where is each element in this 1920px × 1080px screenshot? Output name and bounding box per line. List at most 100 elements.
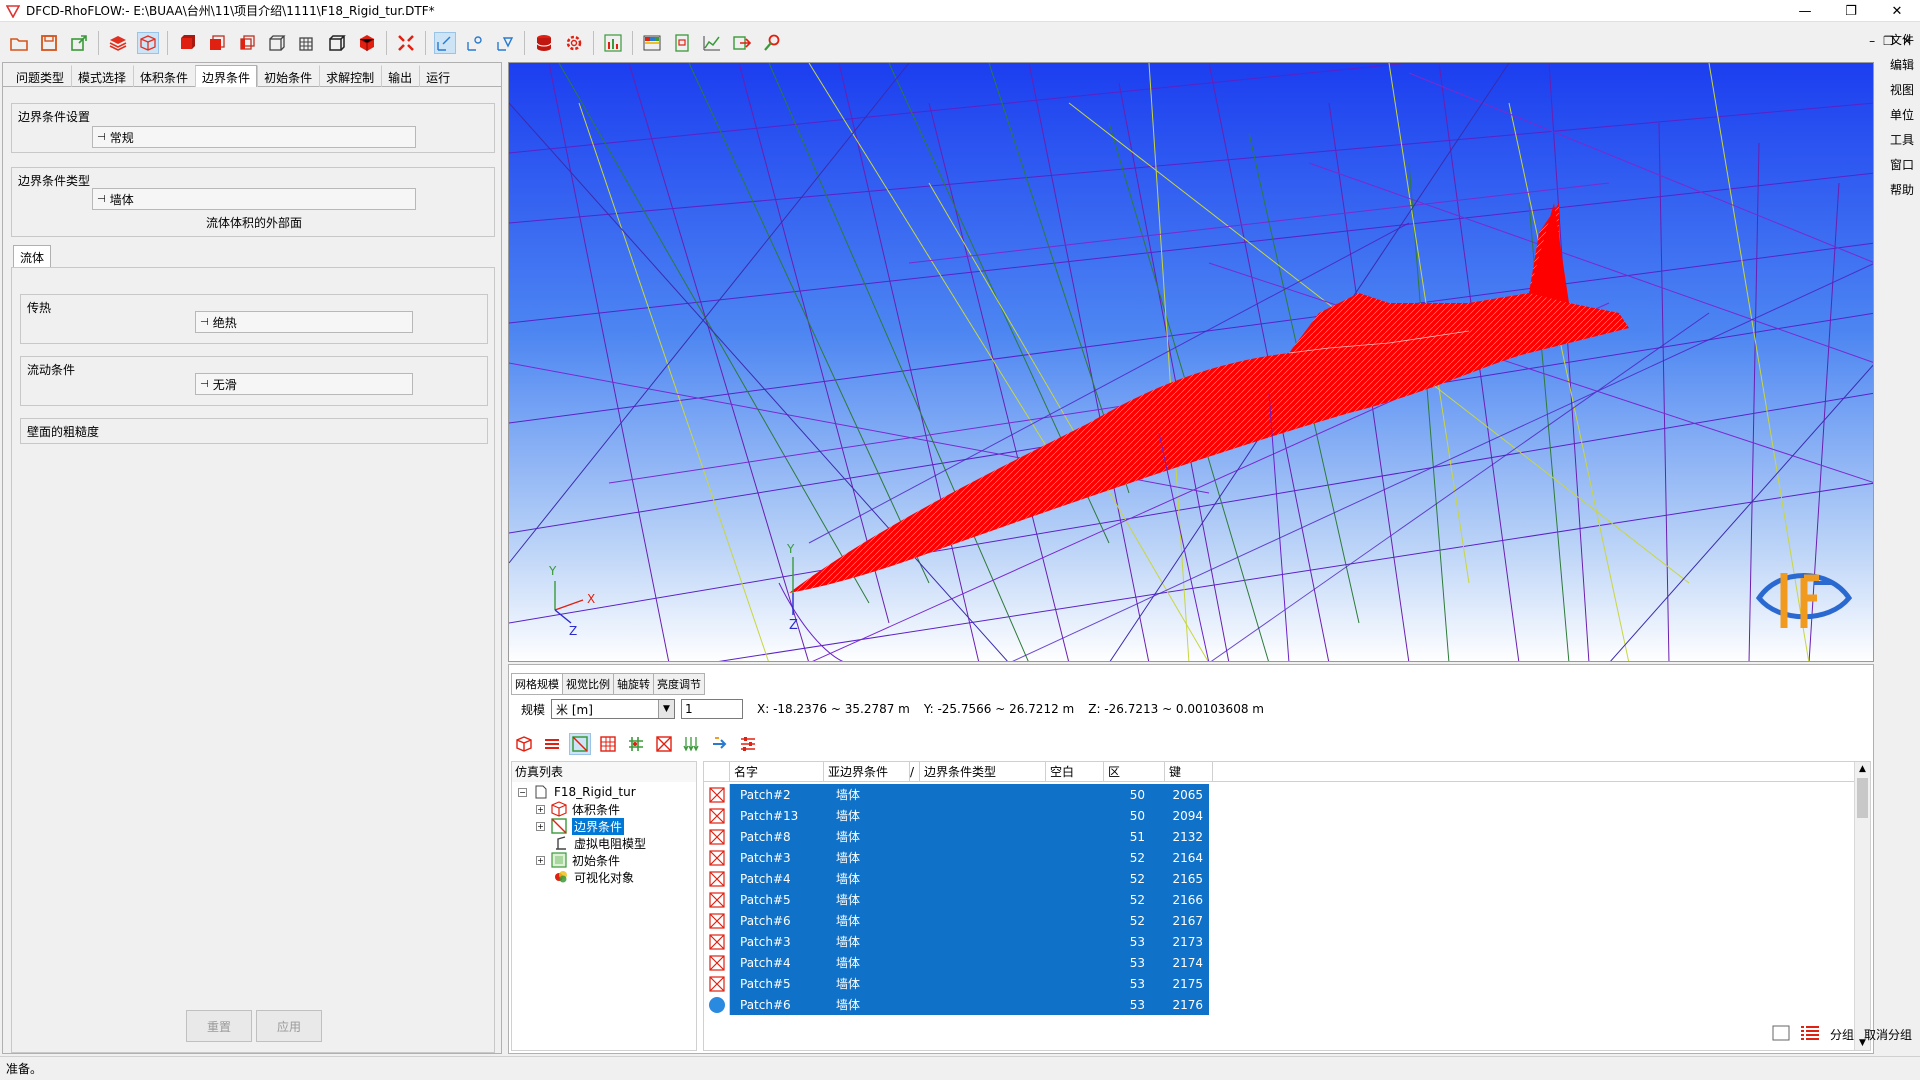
ungroup-button[interactable]: 取消分组 bbox=[1864, 1026, 1912, 1043]
tab-brightness[interactable]: 亮度调节 bbox=[653, 673, 705, 695]
save-icon[interactable] bbox=[38, 32, 60, 54]
bc-settings-select[interactable]: ⊣ 常规 bbox=[92, 126, 416, 148]
arrows-down-icon[interactable] bbox=[681, 733, 703, 755]
database-icon[interactable] bbox=[533, 32, 555, 54]
scroll-up-icon[interactable]: ▲ bbox=[1855, 762, 1870, 776]
tab-visual-scale[interactable]: 视觉比例 bbox=[562, 673, 614, 695]
group-button[interactable]: 分组 bbox=[1830, 1026, 1854, 1043]
col-name[interactable]: 名字 bbox=[730, 762, 824, 782]
table-scrollbar[interactable]: ▲ ▼ bbox=[1854, 762, 1870, 1050]
tree-item-visual[interactable]: 可视化对象 bbox=[552, 867, 634, 887]
table-row[interactable]: Patch#8 墙体 51 2132 bbox=[704, 826, 1209, 847]
box-solid-icon[interactable] bbox=[176, 32, 198, 54]
menu-file[interactable]: 文件 bbox=[1890, 28, 1914, 53]
box-edge-icon[interactable] bbox=[296, 32, 318, 54]
menu-edit[interactable]: 编辑 bbox=[1890, 53, 1914, 78]
flow-arrow-icon[interactable] bbox=[709, 733, 731, 755]
tab-initial-conditions[interactable]: 初始条件 bbox=[257, 65, 319, 87]
table-row[interactable]: Patch#6 墙体 53 2176 bbox=[704, 994, 1209, 1015]
tab-problem-type[interactable]: 问题类型 bbox=[9, 65, 71, 87]
row-cells: Patch#5 墙体 53 2175 bbox=[730, 973, 1209, 994]
settings-gear-icon[interactable] bbox=[563, 32, 585, 54]
menu-window[interactable]: 窗口 bbox=[1890, 153, 1914, 178]
viewport-canvas[interactable]: Y X Z Y Z bbox=[509, 63, 1874, 662]
collapse-icon[interactable]: − bbox=[518, 787, 527, 797]
grid-red-icon[interactable] bbox=[597, 733, 619, 755]
unit-select[interactable]: 米 [m] ▼ bbox=[551, 699, 676, 719]
reset-button[interactable]: 重置 bbox=[186, 1010, 252, 1042]
box-multi-icon[interactable] bbox=[206, 32, 228, 54]
bc-type-select[interactable]: ⊣ 墙体 bbox=[92, 188, 416, 210]
apply-button[interactable]: 应用 bbox=[256, 1010, 322, 1042]
hash-grid-icon[interactable] bbox=[625, 733, 647, 755]
menu-help[interactable]: 帮助 bbox=[1890, 178, 1914, 203]
col-zone[interactable]: 区 bbox=[1104, 762, 1165, 782]
tab-solver-control[interactable]: 求解控制 bbox=[319, 65, 381, 87]
view-iso-icon[interactable] bbox=[434, 32, 456, 54]
box-outline-icon[interactable] bbox=[326, 32, 348, 54]
line-chart-icon[interactable] bbox=[701, 32, 723, 54]
heat-select[interactable]: ⊣ 绝热 bbox=[195, 311, 413, 333]
cross-box-icon[interactable] bbox=[653, 733, 675, 755]
table-row[interactable]: Patch#2 墙体 50 2065 bbox=[704, 784, 1209, 805]
table-row[interactable]: Patch#3 墙体 53 2173 bbox=[704, 931, 1209, 952]
mdi-minimize-button[interactable]: – bbox=[1869, 34, 1875, 48]
expand-icon[interactable]: + bbox=[536, 821, 545, 831]
menu-units[interactable]: 单位 bbox=[1890, 103, 1914, 128]
scale-factor-input[interactable]: 1 bbox=[681, 699, 744, 719]
tab-volume-conditions[interactable]: 体积条件 bbox=[133, 65, 195, 87]
col-key[interactable]: 键 bbox=[1165, 762, 1213, 782]
scroll-thumb[interactable] bbox=[1857, 778, 1868, 818]
list-view-icon[interactable] bbox=[1800, 1025, 1820, 1044]
tab-axis-rotation[interactable]: 轴旋转 bbox=[613, 673, 654, 695]
export-arrow-icon[interactable] bbox=[731, 32, 753, 54]
open-folder-icon[interactable] bbox=[8, 32, 30, 54]
cube-wire-icon[interactable] bbox=[137, 32, 159, 54]
3d-viewport[interactable]: Y X Z Y Z bbox=[508, 62, 1874, 662]
row-cells: Patch#13 墙体 50 2094 bbox=[730, 805, 1209, 826]
col-blank[interactable]: 空白 bbox=[1046, 762, 1104, 782]
boundary-face-icon[interactable] bbox=[569, 733, 591, 755]
tab-mesh-scale[interactable]: 网格规模 bbox=[511, 673, 563, 695]
export-icon[interactable] bbox=[68, 32, 90, 54]
volume-cube-icon[interactable] bbox=[513, 733, 535, 755]
table-row[interactable]: Patch#5 墙体 52 2166 bbox=[704, 889, 1209, 910]
sliders-icon[interactable] bbox=[737, 733, 759, 755]
menu-view[interactable]: 视图 bbox=[1890, 78, 1914, 103]
tab-mode-select[interactable]: 模式选择 bbox=[71, 65, 133, 87]
layers-icon[interactable] bbox=[107, 32, 129, 54]
single-view-icon[interactable] bbox=[1772, 1025, 1790, 1044]
report-icon[interactable] bbox=[671, 32, 693, 54]
table-row[interactable]: Patch#3 墙体 52 2164 bbox=[704, 847, 1209, 868]
view-top-icon[interactable] bbox=[494, 32, 516, 54]
window-restore-button[interactable]: ❐ bbox=[1828, 0, 1874, 22]
table-row[interactable]: Patch#4 墙体 52 2165 bbox=[704, 868, 1209, 889]
window-close-button[interactable]: ✕ bbox=[1874, 0, 1920, 22]
col-sub-boundary[interactable]: 亚边界条件 bbox=[824, 762, 910, 782]
expand-icon[interactable]: + bbox=[536, 855, 545, 865]
search-probe-icon[interactable] bbox=[761, 32, 783, 54]
tab-boundary-conditions[interactable]: 边界条件 bbox=[195, 65, 258, 87]
table-row[interactable]: Patch#4 墙体 53 2174 bbox=[704, 952, 1209, 973]
box-face-icon[interactable] bbox=[236, 32, 258, 54]
cube-red-icon[interactable] bbox=[356, 32, 378, 54]
table-row[interactable]: Patch#5 墙体 53 2175 bbox=[704, 973, 1209, 994]
color-table-icon[interactable] bbox=[641, 32, 663, 54]
tab-run[interactable]: 运行 bbox=[419, 65, 457, 87]
roughness-group[interactable]: 壁面的粗糙度 bbox=[20, 418, 488, 444]
fit-view-icon[interactable] bbox=[395, 32, 417, 54]
col-boundary-type[interactable]: 边界条件类型 bbox=[920, 762, 1046, 782]
window-minimize-button[interactable]: — bbox=[1782, 0, 1828, 22]
table-row[interactable]: Patch#13 墙体 50 2094 bbox=[704, 805, 1209, 826]
flow-condition-select[interactable]: ⊣ 无滑 bbox=[195, 373, 413, 395]
menu-tools[interactable]: 工具 bbox=[1890, 128, 1914, 153]
row-cells: Patch#2 墙体 50 2065 bbox=[730, 784, 1209, 805]
bar-chart-icon[interactable] bbox=[602, 32, 624, 54]
stack-lines-icon[interactable] bbox=[541, 733, 563, 755]
view-side-icon[interactable] bbox=[464, 32, 486, 54]
subtab-fluid[interactable]: 流体 bbox=[13, 245, 52, 267]
tab-output[interactable]: 输出 bbox=[381, 65, 419, 87]
box-wire-icon[interactable] bbox=[266, 32, 288, 54]
table-row[interactable]: Patch#6 墙体 52 2167 bbox=[704, 910, 1209, 931]
expand-icon[interactable]: + bbox=[536, 804, 545, 814]
